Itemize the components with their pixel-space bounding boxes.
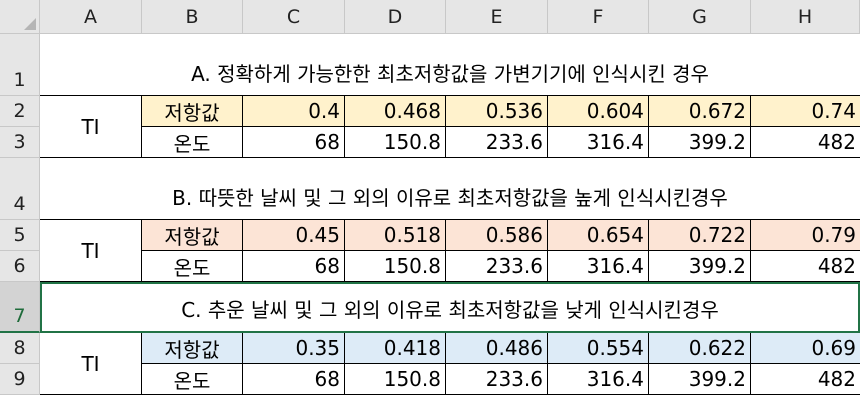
temperature-label-cell[interactable]: 온도: [142, 251, 243, 282]
resistance-label-cell[interactable]: 저항값: [142, 220, 243, 251]
section-title-2[interactable]: C. 추운 날씨 및 그 외의 이유로 최초저항값을 낮게 인식시킨경우: [40, 282, 860, 333]
row-header-5[interactable]: 5: [0, 220, 40, 251]
resistance-value-cell[interactable]: 0.536: [446, 96, 548, 127]
resistance-value-cell[interactable]: 0.518: [345, 220, 446, 251]
row-header-8[interactable]: 8: [0, 333, 40, 364]
temperature-value-cell[interactable]: 233.6: [446, 364, 548, 395]
resistance-value-cell[interactable]: 0.604: [548, 96, 649, 127]
resistance-value-cell[interactable]: 0.4: [243, 96, 345, 127]
row-header-9[interactable]: 9: [0, 364, 40, 395]
column-header-d[interactable]: D: [345, 0, 446, 34]
resistance-value-cell[interactable]: 0.586: [446, 220, 548, 251]
column-header-g[interactable]: G: [649, 0, 751, 34]
column-header-c[interactable]: C: [243, 0, 345, 34]
temperature-value-cell[interactable]: 482: [751, 127, 860, 158]
ti-label-cell[interactable]: TI: [40, 96, 142, 158]
resistance-value-cell[interactable]: 0.418: [345, 333, 446, 364]
row-header-4[interactable]: 4: [0, 158, 40, 220]
temperature-value-cell[interactable]: 150.8: [345, 251, 446, 282]
temperature-value-cell[interactable]: 316.4: [548, 364, 649, 395]
column-header-a[interactable]: A: [40, 0, 142, 34]
row-header-2[interactable]: 2: [0, 96, 40, 127]
row-header-6[interactable]: 6: [0, 251, 40, 282]
resistance-value-cell[interactable]: 0.672: [649, 96, 751, 127]
temperature-label-cell[interactable]: 온도: [142, 364, 243, 395]
temperature-value-cell[interactable]: 399.2: [649, 127, 751, 158]
resistance-value-cell[interactable]: 0.486: [446, 333, 548, 364]
temperature-value-cell[interactable]: 233.6: [446, 251, 548, 282]
resistance-value-cell[interactable]: 0.74: [751, 96, 860, 127]
resistance-value-cell[interactable]: 0.79: [751, 220, 860, 251]
resistance-label-cell[interactable]: 저항값: [142, 96, 243, 127]
temperature-value-cell[interactable]: 233.6: [446, 127, 548, 158]
temperature-value-cell[interactable]: 68: [243, 251, 345, 282]
resistance-label-cell[interactable]: 저항값: [142, 333, 243, 364]
ti-label-cell[interactable]: TI: [40, 333, 142, 395]
temperature-value-cell[interactable]: 316.4: [548, 127, 649, 158]
resistance-value-cell[interactable]: 0.69: [751, 333, 860, 364]
section-title-0[interactable]: A. 정확하게 가능한한 최초저항값을 가변기기에 인식시킨 경우: [40, 34, 860, 96]
temperature-value-cell[interactable]: 482: [751, 364, 860, 395]
section-title-1[interactable]: B. 따뜻한 날씨 및 그 외의 이유로 최초저항값을 높게 인식시킨경우: [40, 158, 860, 220]
resistance-value-cell[interactable]: 0.468: [345, 96, 446, 127]
temperature-value-cell[interactable]: 150.8: [345, 127, 446, 158]
resistance-value-cell[interactable]: 0.554: [548, 333, 649, 364]
resistance-value-cell[interactable]: 0.654: [548, 220, 649, 251]
temperature-value-cell[interactable]: 150.8: [345, 364, 446, 395]
spreadsheet-grid[interactable]: A B C D E F G H 1 2 3 4 5 6 7 8 9 A. 정확하게 가능한한 최초저항값을 가변기…: [0, 0, 860, 402]
row-header-7[interactable]: 7: [0, 282, 40, 333]
column-header-b[interactable]: B: [142, 0, 243, 34]
select-all-triangle-icon: [24, 18, 36, 30]
temperature-value-cell[interactable]: 316.4: [548, 251, 649, 282]
resistance-value-cell[interactable]: 0.35: [243, 333, 345, 364]
resistance-value-cell[interactable]: 0.722: [649, 220, 751, 251]
temperature-value-cell[interactable]: 68: [243, 364, 345, 395]
column-header-f[interactable]: F: [548, 0, 649, 34]
temperature-value-cell[interactable]: 399.2: [649, 364, 751, 395]
temperature-value-cell[interactable]: 68: [243, 127, 345, 158]
row-header-3[interactable]: 3: [0, 127, 40, 158]
resistance-value-cell[interactable]: 0.622: [649, 333, 751, 364]
column-header-h[interactable]: H: [751, 0, 860, 34]
row-header-1[interactable]: 1: [0, 34, 40, 96]
resistance-value-cell[interactable]: 0.45: [243, 220, 345, 251]
select-all-corner[interactable]: [0, 0, 40, 34]
temperature-label-cell[interactable]: 온도: [142, 127, 243, 158]
column-header-e[interactable]: E: [446, 0, 548, 34]
temperature-value-cell[interactable]: 482: [751, 251, 860, 282]
temperature-value-cell[interactable]: 399.2: [649, 251, 751, 282]
ti-label-cell[interactable]: TI: [40, 220, 142, 282]
